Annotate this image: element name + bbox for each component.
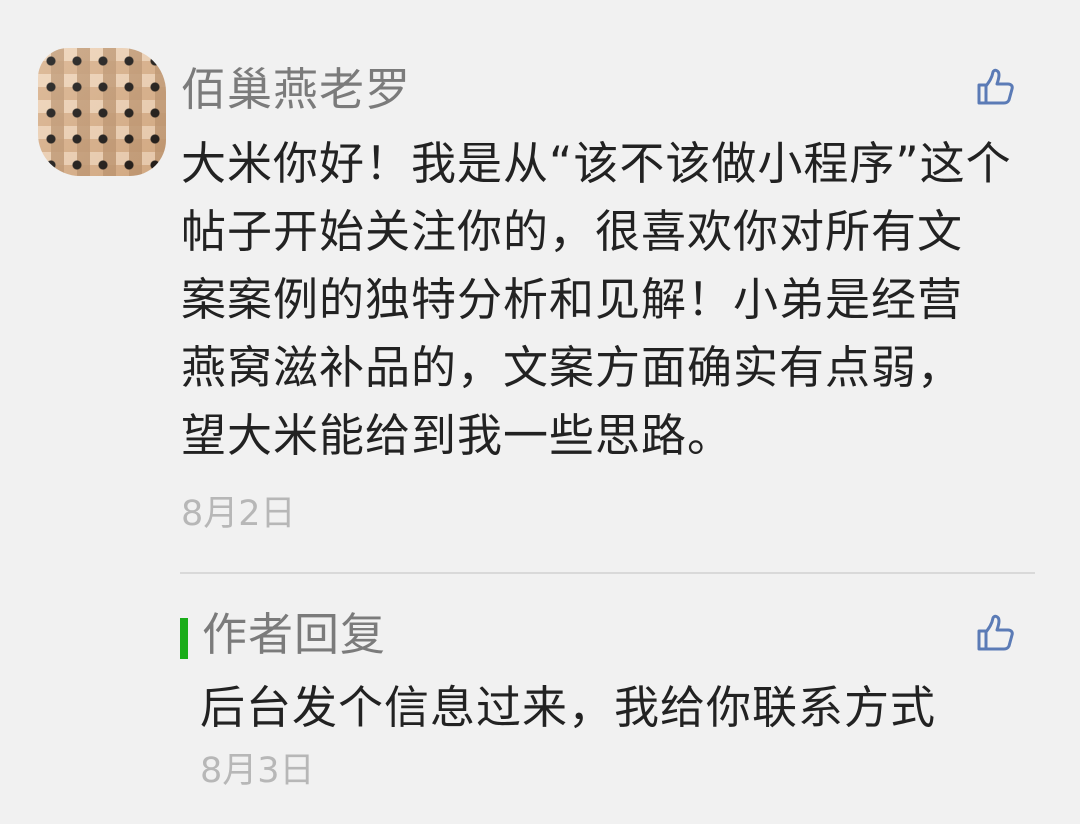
like-button[interactable] <box>975 68 1015 108</box>
author-name[interactable]: 佰巢燕老罗 <box>181 63 411 117</box>
reply-like-button[interactable] <box>975 614 1015 654</box>
comment-date: 8月2日 <box>181 494 296 534</box>
thumbs-up-icon <box>977 614 1014 651</box>
avatar[interactable] <box>38 48 166 176</box>
author-reply-marker <box>180 618 188 659</box>
author-reply-text: 后台发个信息过来，我给你联系方式 <box>200 681 937 734</box>
reply-divider <box>180 572 1035 574</box>
author-reply-title: 作者回复 <box>202 608 387 661</box>
comment-text: 大米你好！我是从“该不该做小程序”这个 帖子开始关注你的，很喜欢你对所有文 案案… <box>181 137 1012 462</box>
author-reply-date: 8月3日 <box>200 751 315 791</box>
thumbs-up-icon <box>977 68 1014 105</box>
comment-thread: 佰巢燕老罗 大米你好！我是从“该不该做小程序”这个 帖子开始关注你的，很喜欢你对… <box>0 0 1080 824</box>
